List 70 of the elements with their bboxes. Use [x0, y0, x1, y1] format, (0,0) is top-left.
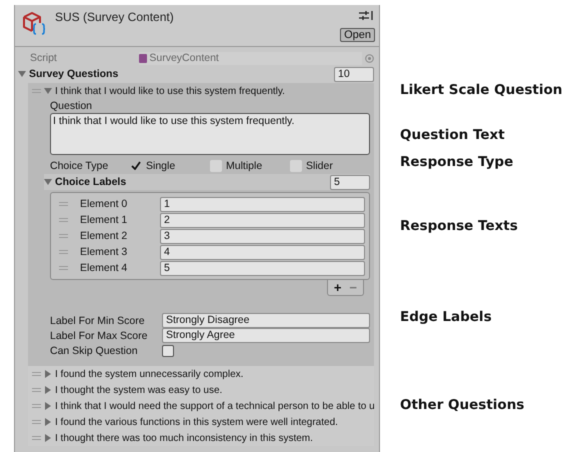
question-header[interactable]: I thought the system was easy to use. [55, 384, 222, 396]
annotation-label: Question Text [400, 127, 506, 143]
drag-handle-icon [32, 372, 41, 376]
field-label: Can Skip Question [50, 344, 139, 356]
annotation-label: Likert Scale Question [400, 82, 562, 98]
drag-handle-icon [32, 420, 41, 424]
drag-handle-icon [59, 266, 68, 270]
collapsed-arrow-icon[interactable] [44, 402, 52, 410]
element-label: Element 1 [80, 214, 128, 226]
toolbar-icons [359, 11, 375, 20]
section-label: Choice Labels [55, 176, 128, 188]
field-label: Label For Max Score [50, 330, 148, 342]
script-name: SurveyContent [149, 52, 219, 64]
drag-handle-icon [32, 404, 41, 408]
element-field[interactable]: 2 [160, 212, 365, 228]
question-header[interactable]: I thought there was too much inconsistency in this system. [55, 432, 313, 444]
element-field[interactable]: 3 [160, 228, 365, 244]
expanded-arrow-icon[interactable] [44, 87, 52, 95]
element-label: Element 0 [80, 198, 128, 210]
label-field[interactable]: Strongly Agree [162, 328, 370, 343]
expanded-arrow-icon[interactable] [44, 178, 52, 186]
drag-handle-icon [59, 218, 68, 222]
checkbox[interactable] [162, 344, 174, 356]
collapsed-arrow-icon[interactable] [44, 386, 52, 394]
element-label: Element 3 [80, 246, 128, 258]
collapsed-arrow-icon[interactable] [44, 418, 52, 426]
element-label: Element 4 [80, 262, 128, 274]
question-header[interactable]: I found the various functions in this system were well integrated. [55, 416, 338, 428]
element-field[interactable]: 5 [160, 260, 365, 276]
collapsed-arrow-icon[interactable] [44, 434, 52, 442]
question-header[interactable]: I think that I would need the support of a technical person to be able to u [55, 400, 375, 412]
add-button[interactable]: + [334, 281, 342, 294]
label-field[interactable]: Strongly Disagree [162, 313, 370, 328]
count-field[interactable]: 10 [334, 66, 374, 82]
open-button[interactable]: Open [340, 28, 375, 42]
script-field[interactable]: SurveyContent [139, 52, 362, 64]
drag-handle-icon [32, 436, 41, 440]
window-title: SUS (Survey Content) [55, 10, 175, 26]
count-field[interactable]: 5 [330, 174, 370, 190]
annotation-label: Response Texts [400, 218, 519, 234]
checkbox[interactable] [290, 160, 302, 172]
field-label: Script [30, 52, 58, 64]
option-label: Single [146, 160, 176, 172]
drag-handle-icon [59, 234, 68, 238]
element-label: Element 2 [80, 230, 128, 242]
object-picker-icon [365, 54, 374, 62]
drag-handle-icon [59, 202, 68, 206]
asset-icon [21, 10, 47, 36]
element-field[interactable]: 4 [160, 244, 365, 260]
collapsed-arrow-icon[interactable] [44, 370, 52, 378]
field-label: Choice Type [50, 160, 110, 172]
question-header[interactable]: I found the system unnecessarily complex. [55, 368, 244, 380]
checkbox[interactable] [210, 160, 222, 172]
drag-handle-icon [59, 250, 68, 254]
script-file-icon [139, 54, 148, 62]
drag-handle-icon [32, 388, 41, 392]
expanded-arrow-icon[interactable] [18, 70, 26, 78]
option-label: Slider [306, 160, 333, 172]
checkbox[interactable] [130, 160, 142, 172]
field-label: Label For Min Score [50, 314, 146, 326]
element-field[interactable]: 1 [160, 196, 365, 212]
option-label: Multiple [226, 160, 262, 172]
field-label: Question [50, 99, 94, 113]
drag-handle-icon [32, 88, 41, 94]
question-text-field[interactable]: I think that I would like to use this system frequently. [50, 113, 370, 155]
section-label: Survey Questions [29, 68, 120, 80]
annotation-label: Edge Labels [400, 309, 493, 325]
question-header[interactable]: I think that I would like to use this system frequently. [55, 86, 285, 96]
annotation-label: Other Questions [400, 397, 526, 413]
annotation-label: Response Type [400, 154, 514, 170]
